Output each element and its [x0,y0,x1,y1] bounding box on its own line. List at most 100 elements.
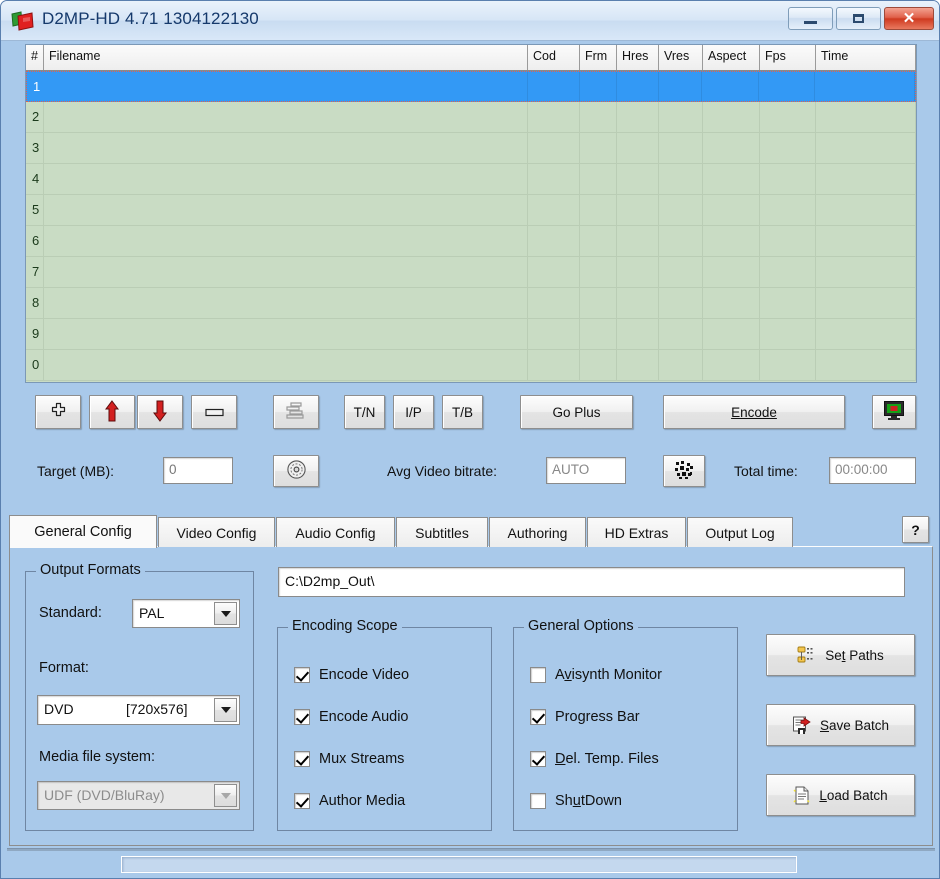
table-row[interactable]: 9 [26,319,916,350]
checkbox-checked-icon[interactable] [530,709,546,725]
table-row[interactable]: 4 [26,164,916,195]
cell-filename [44,164,528,194]
cell-vres [659,72,703,101]
disc-icon [286,459,307,483]
arrow-down-icon [152,400,168,425]
cell-time [816,195,916,225]
cell-time [816,226,916,256]
save-batch-button[interactable]: Save Batch [766,704,915,746]
minimize-button[interactable] [788,7,833,30]
column-header-hres[interactable]: Hres [617,45,659,70]
tab-general-config[interactable]: General Config [9,515,157,548]
checkbox-checked-icon[interactable] [294,667,310,683]
go-plus-button[interactable]: Go Plus [520,395,633,429]
cell-frm [580,164,617,194]
cell-cod [528,350,580,380]
tab-label: Subtitles [415,524,469,541]
arrow-up-icon [104,399,120,425]
checkbox-author-media[interactable]: Author Media [294,793,405,809]
tab-audio-config[interactable]: Audio Config [276,517,395,547]
cell-frm [580,288,617,318]
checkbox-del-temp-files[interactable]: Del. Temp. Files [530,751,659,767]
save-document-icon [792,716,812,735]
format-select[interactable]: DVD [720x576] [37,695,240,725]
column-header-aspect[interactable]: Aspect [703,45,760,70]
document-icon [793,786,811,805]
tab-label: Authoring [507,524,568,541]
checkbox-shutdown[interactable]: ShutDown [530,793,622,809]
remove-file-button[interactable] [191,395,237,429]
cell-vres [659,319,703,349]
checkbox-checked-icon[interactable] [294,709,310,725]
cell-time [816,102,916,132]
tab-output-log[interactable]: Output Log [687,517,793,547]
tab-strip[interactable]: General Config Video Config Audio Config Su… [9,515,933,548]
column-header-cod[interactable]: Cod [528,45,580,70]
table-row[interactable]: 1 [26,71,916,102]
set-paths-label: Set Paths [825,647,884,663]
tab-subtitles[interactable]: Subtitles [396,517,488,547]
add-file-button[interactable] [35,395,81,429]
load-batch-button[interactable]: Load Batch [766,774,915,816]
cell-aspect [703,164,760,194]
target-input[interactable]: 0 [163,457,233,484]
checkbox-unchecked-icon[interactable] [530,667,546,683]
column-header-fps[interactable]: Fps [760,45,816,70]
output-path-input[interactable]: C:\D2mp_Out\ [278,567,905,597]
tab-hd-extras[interactable]: HD Extras [587,517,686,547]
column-header-time[interactable]: Time [816,45,916,70]
help-button[interactable]: ? [902,516,929,543]
format-label: Format: [39,660,89,676]
table-row[interactable]: 8 [26,288,916,319]
encode-button[interactable]: Encode [663,395,845,429]
checkbox-progress-bar[interactable]: Progress Bar [530,709,640,725]
cell-hres [617,102,659,132]
maximize-button[interactable] [836,7,881,30]
file-list[interactable]: # Filename Cod Frm Hres Vres Aspect Fps Time 123… [25,44,917,383]
standard-select[interactable]: PAL [132,599,240,628]
chevron-down-icon[interactable] [214,602,237,625]
tab-authoring[interactable]: Authoring [489,517,586,547]
column-header-filename[interactable]: Filename [44,45,528,70]
cell-hres [617,164,659,194]
avg-bitrate-input[interactable]: AUTO [546,457,626,484]
checkbox-mux-streams[interactable]: Mux Streams [294,751,404,767]
cell-filename [44,102,528,132]
format-detail: [720x576] [126,701,188,717]
checkbox-encode-audio[interactable]: Encode Audio [294,709,409,725]
set-paths-button[interactable]: Set Paths [766,634,915,676]
cell-time [816,350,916,380]
column-header-vres[interactable]: Vres [659,45,703,70]
column-header-frm[interactable]: Frm [580,45,617,70]
table-row[interactable]: 7 [26,257,916,288]
cell-aspect [703,102,760,132]
close-button[interactable]: ✕ [884,7,934,30]
checkbox-encode-video[interactable]: Encode Video [294,667,409,683]
move-down-button[interactable] [137,395,183,429]
bitrate-settings-button[interactable] [663,455,705,487]
preview-monitor-button[interactable] [872,395,916,429]
table-row[interactable]: 2 [26,102,916,133]
cell-cod [528,72,580,101]
chevron-down-icon[interactable] [214,698,237,722]
checkbox-avisynth-monitor[interactable]: Avisynth Monitor [530,667,662,683]
table-row[interactable]: 6 [26,226,916,257]
tab-video-config[interactable]: Video Config [158,517,275,547]
batch-list-button[interactable] [273,395,319,429]
ip-button[interactable]: I/P [393,395,434,429]
checkbox-label: Encode Audio [319,709,409,725]
checkbox-unchecked-icon[interactable] [530,793,546,809]
table-row[interactable]: 0 [26,350,916,381]
move-up-button[interactable] [89,395,135,429]
column-header-num[interactable]: # [26,45,44,70]
tn-button[interactable]: T/N [344,395,385,429]
table-row[interactable]: 3 [26,133,916,164]
cell-filename [44,226,528,256]
checkbox-checked-icon[interactable] [294,793,310,809]
checkbox-checked-icon[interactable] [530,751,546,767]
file-list-body[interactable]: 1234567890 [26,71,916,381]
checkbox-checked-icon[interactable] [294,751,310,767]
disc-size-button[interactable] [273,455,319,487]
tb-button[interactable]: T/B [442,395,483,429]
table-row[interactable]: 5 [26,195,916,226]
